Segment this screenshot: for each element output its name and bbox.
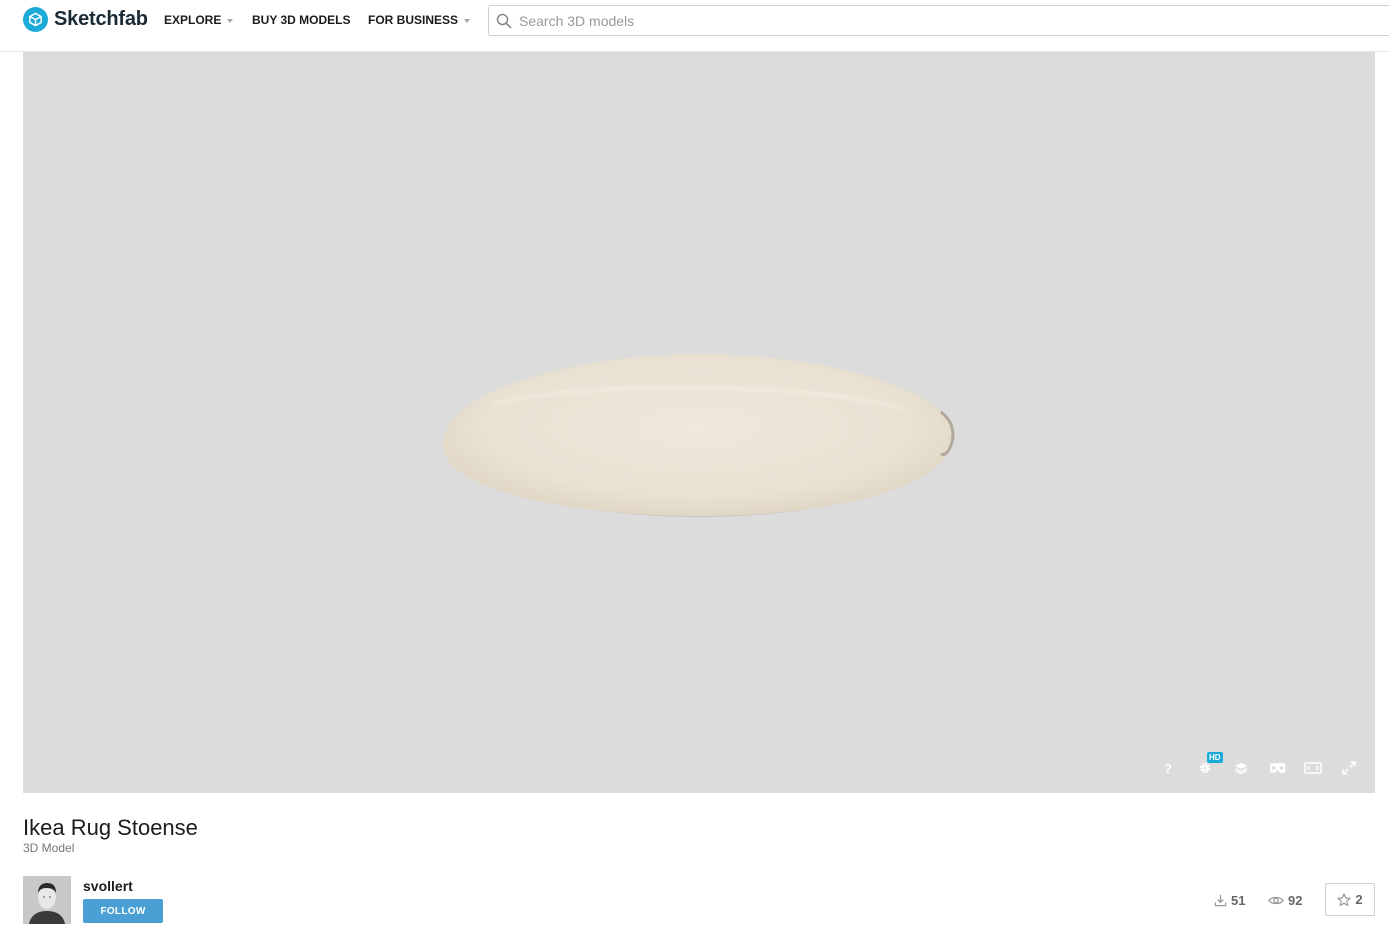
hd-badge: HD: [1207, 752, 1223, 763]
brand-name: Sketchfab: [54, 7, 148, 30]
search-icon[interactable]: [496, 13, 512, 34]
avatar[interactable]: [23, 876, 71, 924]
top-navigation-bar: Sketchfab EXPLORE BUY 3D MODELS FOR BUSI…: [0, 0, 1389, 52]
views-stat: 92: [1268, 891, 1302, 909]
author-username[interactable]: svollert: [83, 878, 133, 894]
likes-count: 2: [1355, 892, 1363, 907]
download-icon: [1214, 894, 1227, 906]
model-title: Ikea Rug Stoense: [23, 815, 198, 840]
layers-button[interactable]: [1230, 757, 1252, 779]
layers-icon: [1234, 762, 1248, 775]
downloads-stat: 51: [1214, 891, 1245, 909]
follow-button[interactable]: FOLLOW: [83, 899, 163, 923]
fullscreen-icon: [1342, 761, 1356, 775]
fullscreen-button[interactable]: [1338, 757, 1360, 779]
search-input[interactable]: [519, 6, 1359, 35]
nav-buy-3d-models[interactable]: BUY 3D MODELS: [252, 13, 350, 27]
chevron-down-icon: [227, 18, 234, 23]
sketchfab-logo[interactable]: Sketchfab: [23, 6, 148, 32]
nav-explore-label: EXPLORE: [164, 13, 222, 27]
vr-button[interactable]: [1266, 757, 1288, 779]
chevron-down-icon: [464, 18, 471, 23]
embed-button[interactable]: [1302, 757, 1324, 779]
nav-explore[interactable]: EXPLORE: [164, 13, 234, 27]
downloads-count: 51: [1231, 892, 1246, 908]
sketchfab-cube-icon: [23, 6, 48, 32]
search-box[interactable]: [488, 5, 1389, 36]
question-icon: ?: [1164, 760, 1172, 776]
user-portrait-image: [23, 876, 71, 924]
embed-icon: [1304, 762, 1322, 774]
gear-icon: [1199, 762, 1211, 774]
help-button[interactable]: ?: [1157, 757, 1179, 779]
model-viewer[interactable]: ? HD: [23, 52, 1375, 793]
rug-model-render[interactable]: [23, 52, 1375, 793]
nav-buy-label: BUY 3D MODELS: [252, 13, 351, 27]
views-count: 92: [1288, 892, 1303, 908]
model-type-label: 3D Model: [23, 841, 75, 855]
nav-for-business[interactable]: FOR BUSINESS: [368, 13, 471, 27]
vr-headset-icon: [1269, 763, 1285, 773]
eye-icon: [1268, 896, 1284, 904]
nav-business-label: FOR BUSINESS: [368, 13, 459, 27]
star-icon: [1337, 892, 1351, 906]
like-button[interactable]: 2: [1325, 883, 1375, 916]
